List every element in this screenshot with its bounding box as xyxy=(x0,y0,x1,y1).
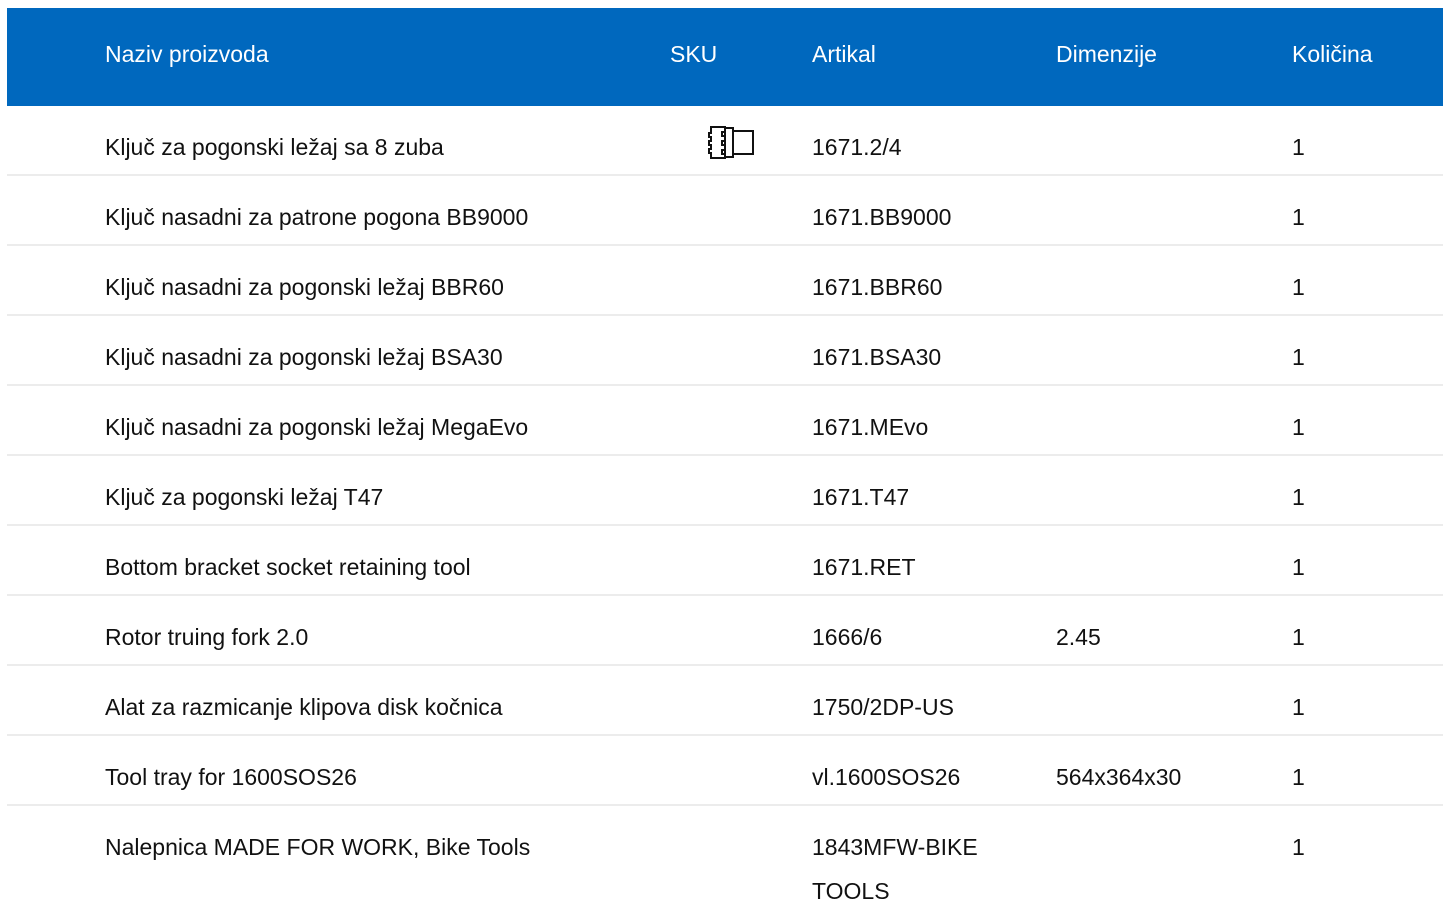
table-row: Ključ nasadni za pogonski ležaj BBR60 16… xyxy=(7,246,1443,316)
table-row: Bottom bracket socket retaining tool 167… xyxy=(7,526,1443,596)
product-name: Nalepnica MADE FOR WORK, Bike Tools xyxy=(105,834,531,860)
product-name: Ključ nasadni za pogonski ležaj BSA30 xyxy=(105,344,503,370)
quantity: 1 xyxy=(1292,694,1305,720)
table-row: Ključ nasadni za pogonski ležaj MegaEvo … xyxy=(7,386,1443,456)
product-name: Tool tray for 1600SOS26 xyxy=(105,764,357,790)
table-row: Alat za razmicanje klipova disk kočnica … xyxy=(7,666,1443,736)
table-row: Tool tray for 1600SOS26 vl.1600SOS26 564… xyxy=(7,736,1443,806)
article-number: 1671.BB9000 xyxy=(812,204,952,230)
quantity: 1 xyxy=(1292,484,1305,510)
quantity: 1 xyxy=(1292,134,1305,160)
product-name: Ključ nasadni za pogonski ležaj BBR60 xyxy=(105,274,504,300)
product-name: Bottom bracket socket retaining tool xyxy=(105,554,471,580)
product-name: Ključ za pogonski ležaj sa 8 zuba xyxy=(105,134,444,160)
table-row: Rotor truing fork 2.0 1666/6 2.45 1 xyxy=(7,596,1443,666)
article-number: 1671.T47 xyxy=(812,484,910,510)
column-header-article[interactable]: Artikal xyxy=(812,8,876,106)
article-number: 1671.BBR60 xyxy=(812,274,943,300)
table-row: Nalepnica MADE FOR WORK, Bike Tools 1843… xyxy=(7,806,1443,916)
quantity: 1 xyxy=(1292,414,1305,440)
product-name: Rotor truing fork 2.0 xyxy=(105,624,309,650)
table-row: Ključ za pogonski ležaj sa 8 zuba 1671.2… xyxy=(7,106,1443,176)
article-number: 1671.MEvo xyxy=(812,414,929,440)
article-number: 1843MFW-BIKE TOOLS xyxy=(812,834,978,904)
column-header-sku[interactable]: SKU xyxy=(670,8,717,106)
table-row: Ključ nasadni za patrone pogona BB9000 1… xyxy=(7,176,1443,246)
article-number: 1671.2/4 xyxy=(812,134,902,160)
quantity: 1 xyxy=(1292,764,1305,790)
quantity: 1 xyxy=(1292,624,1305,650)
product-name: Ključ nasadni za pogonski ležaj MegaEvo xyxy=(105,414,529,440)
article-number: 1671.RET xyxy=(812,554,916,580)
quantity: 1 xyxy=(1292,274,1305,300)
article-number: 1750/2DP-US xyxy=(812,694,954,720)
article-number: 1666/6 xyxy=(812,624,883,650)
quantity: 1 xyxy=(1292,344,1305,370)
column-header-dimensions[interactable]: Dimenzije xyxy=(1056,8,1157,106)
column-header-quantity[interactable]: Količina xyxy=(1292,8,1373,106)
table-header: Naziv proizvoda SKU Artikal Dimenzije Ko… xyxy=(7,8,1443,106)
quantity: 1 xyxy=(1292,204,1305,230)
product-name: Ključ za pogonski ležaj T47 xyxy=(105,484,384,510)
product-name: Ključ nasadni za patrone pogona BB9000 xyxy=(105,204,529,230)
dimensions: 2.45 xyxy=(1056,624,1101,650)
table-row: Ključ za pogonski ležaj T47 1671.T47 1 xyxy=(7,456,1443,526)
dimensions: 564x364x30 xyxy=(1056,764,1182,790)
quantity: 1 xyxy=(1292,834,1305,860)
column-header-name[interactable]: Naziv proizvoda xyxy=(105,8,269,106)
quantity: 1 xyxy=(1292,554,1305,580)
product-name: Alat za razmicanje klipova disk kočnica xyxy=(105,694,503,720)
socket-tool-icon[interactable] xyxy=(707,122,755,162)
article-number: vl.1600SOS26 xyxy=(812,764,961,790)
table-row: Ključ nasadni za pogonski ležaj BSA30 16… xyxy=(7,316,1443,386)
product-table: Naziv proizvoda SKU Artikal Dimenzije Ko… xyxy=(7,8,1443,916)
article-number: 1671.BSA30 xyxy=(812,344,942,370)
